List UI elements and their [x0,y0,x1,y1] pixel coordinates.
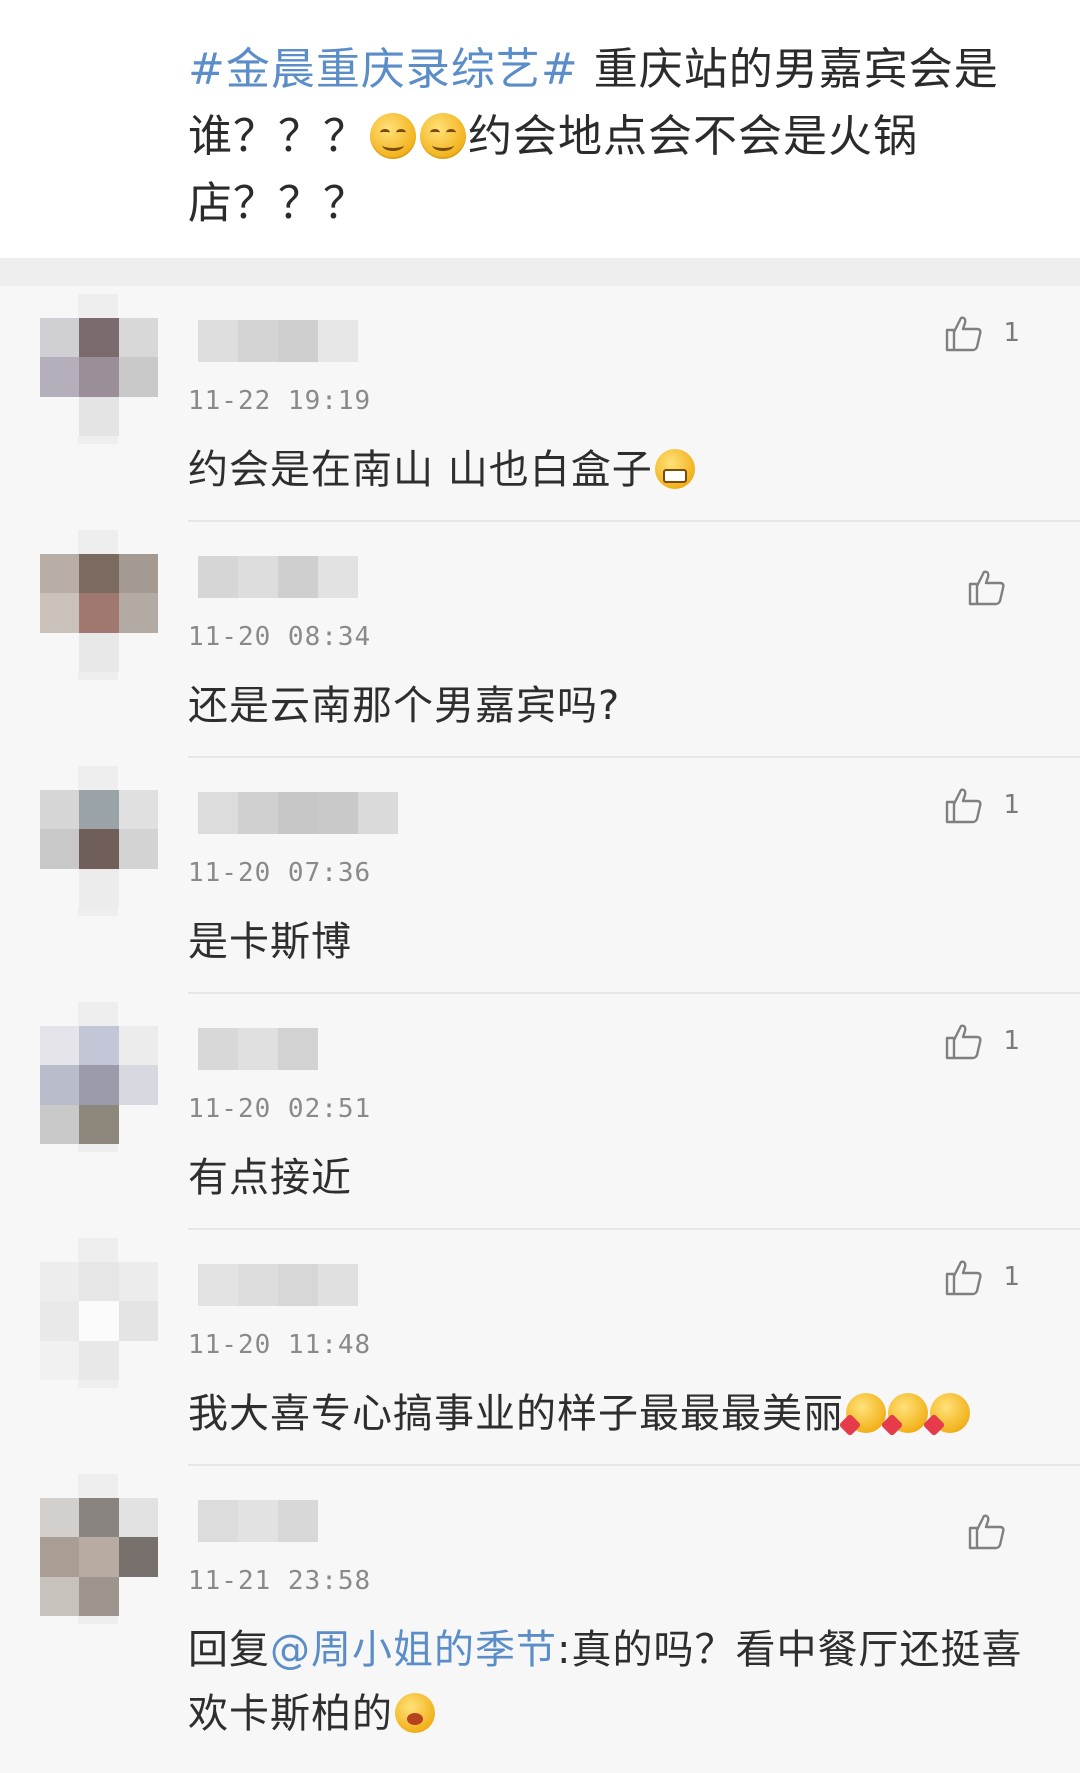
like-count: 1 [1003,790,1020,820]
mention-link[interactable]: @周小姐的季节 [270,1627,557,1673]
reply-prefix: 回复 [188,1627,270,1673]
comment-text: 我大喜专心搞事业的样子最最最美丽 [188,1391,844,1437]
commenter-name-blurred[interactable] [198,1500,318,1542]
like-button[interactable]: 1 [943,1256,1020,1298]
comment-item: 1 11-20 11:48 我大喜专心搞事业的样子最最最美丽 [0,1230,1080,1466]
commenter-avatar-blurred[interactable] [40,1498,158,1616]
smile-emoji-icon [370,113,416,159]
like-button[interactable]: 1 [943,312,1020,354]
comment-item: 1 11-20 02:51 有点接近 [0,994,1080,1230]
comment-timestamp: 11-21 23:58 [188,1566,372,1596]
kiss-heart-emoji-icon [888,1393,928,1433]
commenter-name-blurred[interactable] [198,320,358,362]
grin-emoji-icon [654,449,695,489]
thumbs-up-icon [946,1260,983,1296]
comment-timestamp: 11-20 08:34 [188,622,372,652]
commenter-name-blurred[interactable] [198,556,358,598]
crying-emoji-icon [395,1693,435,1733]
like-button[interactable]: 1 [943,1020,1020,1062]
section-separator [0,258,1080,286]
thumbs-up-icon [968,1514,1005,1550]
thumbs-up-icon [968,570,1005,606]
commenter-name-blurred[interactable] [198,1264,358,1306]
smile-emoji-icon [420,113,466,159]
like-button[interactable] [966,1510,1008,1552]
comment-body: 约会是在南山 山也白盒子 [188,438,1028,502]
comment-timestamp: 11-22 19:19 [188,386,372,416]
comment-timestamp: 11-20 11:48 [188,1330,372,1360]
thumbs-up-icon [946,788,983,824]
comment-item: 11-20 08:34 还是云南那个男嘉宾吗? [0,522,1080,758]
commenter-avatar-blurred[interactable] [40,1262,158,1380]
commenter-name-blurred[interactable] [198,792,398,834]
like-count: 1 [1003,1262,1020,1292]
kiss-heart-emoji-icon [930,1393,970,1433]
comment-body: 我大喜专心搞事业的样子最最最美丽 [188,1382,1028,1446]
post-card: #金晨重庆录综艺# 重庆站的男嘉宾会是谁？？？ 约会地点会不会是火锅店？？？ [0,0,1080,258]
like-count: 1 [1003,1026,1020,1056]
thumbs-up-icon [946,1024,983,1060]
commenter-avatar-blurred[interactable] [40,1026,158,1144]
comment-list: 1 11-22 19:19 约会是在南山 山也白盒子 11-20 08:34 还… [0,286,1080,1773]
kiss-heart-emoji-icon [846,1393,886,1433]
like-count: 1 [1003,318,1020,348]
comment-item: 1 11-20 07:36 是卡斯博 [0,758,1080,994]
thumbs-up-icon [946,316,983,352]
commenter-avatar-blurred[interactable] [40,554,158,672]
comment-body: 回复@周小姐的季节:真的吗？看中餐厅还挺喜欢卡斯柏的 [188,1618,1028,1746]
commenter-avatar-blurred[interactable] [40,318,158,436]
post-body: #金晨重庆录综艺# 重庆站的男嘉宾会是谁？？？ 约会地点会不会是火锅店？？？ [188,36,1028,237]
like-button[interactable]: 1 [943,784,1020,826]
comment-text: 有点接近 [188,1155,352,1201]
comment-text: 还是云南那个男嘉宾吗? [188,683,621,729]
comment-text: 约会是在南山 山也白盒子 [188,447,653,493]
comment-timestamp: 11-20 02:51 [188,1094,372,1124]
post-hashtag[interactable]: #金晨重庆录综艺# [188,44,579,95]
comment-text: 是卡斯博 [188,919,352,965]
comment-item: 11-21 23:58 回复@周小姐的季节:真的吗？看中餐厅还挺喜欢卡斯柏的 [0,1466,1080,1766]
commenter-name-blurred[interactable] [198,1028,318,1070]
comment-item: 1 11-22 19:19 约会是在南山 山也白盒子 [0,286,1080,522]
like-button[interactable] [966,566,1008,608]
comment-timestamp: 11-20 07:36 [188,858,372,888]
commenter-avatar-blurred[interactable] [40,790,158,908]
